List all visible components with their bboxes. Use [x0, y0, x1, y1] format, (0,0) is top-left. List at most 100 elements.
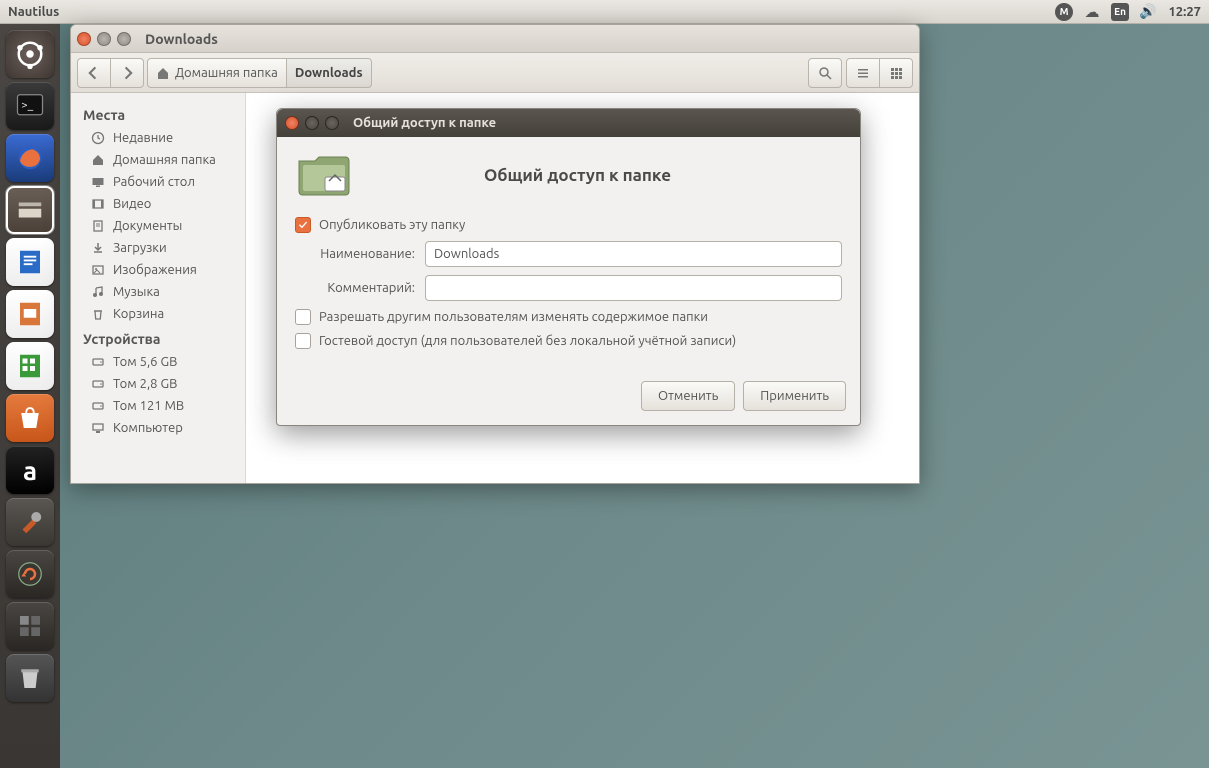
- sidebar-place-3[interactable]: Видео: [71, 193, 245, 215]
- sidebar-item-label: Документы: [113, 219, 182, 233]
- sidebar-place-1[interactable]: Домашняя папка: [71, 149, 245, 171]
- launcher-impress[interactable]: [6, 290, 54, 338]
- cancel-button-label: Отменить: [658, 389, 718, 403]
- clock-icon: [91, 131, 105, 145]
- video-icon: [91, 197, 105, 211]
- volume-icon: 🔊: [1139, 3, 1156, 20]
- allow-write-checkbox[interactable]: [295, 309, 311, 325]
- nav-forward-button[interactable]: [110, 58, 144, 88]
- share-comment-input[interactable]: [425, 275, 842, 301]
- chevron-right-icon: [120, 66, 134, 80]
- sidebar-item-label: Музыка: [113, 285, 160, 299]
- desktop-icon: [91, 175, 105, 189]
- sidebar-item-label: Рабочий стол: [113, 175, 195, 189]
- share-name-input[interactable]: [425, 241, 842, 267]
- sidebar-item-label: Загрузки: [113, 241, 167, 255]
- download-icon: [91, 241, 105, 255]
- sidebar-item-label: Корзина: [113, 307, 164, 321]
- launcher-dash[interactable]: [6, 30, 54, 78]
- drive-icon: [91, 377, 105, 391]
- sidebar-item-label: Том 2,8 GB: [113, 377, 177, 391]
- search-button[interactable]: [808, 58, 842, 88]
- window-maximize-button[interactable]: [117, 32, 131, 46]
- list-icon: [856, 66, 870, 80]
- sidebar-device-2[interactable]: Том 121 MB: [71, 395, 245, 417]
- path-current[interactable]: Downloads: [286, 58, 372, 88]
- grid-icon: [889, 66, 903, 80]
- folder-share-icon: [295, 151, 353, 199]
- search-icon: [818, 66, 832, 80]
- computer-icon: [91, 421, 105, 435]
- music-icon: [91, 285, 105, 299]
- indicator-sound[interactable]: 🔊: [1139, 3, 1156, 20]
- sidebar-place-2[interactable]: Рабочий стол: [71, 171, 245, 193]
- name-label: Наименование:: [295, 247, 415, 261]
- sidebar-place-7[interactable]: Музыка: [71, 281, 245, 303]
- cancel-button[interactable]: Отменить: [641, 381, 735, 411]
- view-list-button[interactable]: [846, 58, 880, 88]
- launcher-software-center[interactable]: [6, 394, 54, 442]
- dialog-maximize-button[interactable]: [325, 116, 339, 130]
- doc-icon: [91, 219, 105, 233]
- path-home-label: Домашняя папка: [175, 66, 278, 80]
- nautilus-window: Downloads Домашняя папка Downloads Места…: [70, 24, 920, 484]
- sidebar-item-label: Том 5,6 GB: [113, 355, 177, 369]
- comment-label: Комментарий:: [295, 281, 415, 295]
- nav-back-button[interactable]: [77, 58, 111, 88]
- sidebar-device-3[interactable]: Компьютер: [71, 417, 245, 439]
- sidebar-device-1[interactable]: Том 2,8 GB: [71, 373, 245, 395]
- language-icon: En: [1111, 3, 1129, 21]
- allow-write-label: Разрешать другим пользователям изменять …: [319, 310, 708, 324]
- cloud-icon: ☁: [1083, 3, 1101, 21]
- indicator-language[interactable]: En: [1111, 3, 1129, 21]
- indicator-mega[interactable]: M: [1055, 3, 1073, 21]
- apply-button[interactable]: Применить: [743, 381, 846, 411]
- apply-button-label: Применить: [760, 389, 829, 403]
- guest-access-row[interactable]: Гостевой доступ (для пользователей без л…: [295, 333, 842, 349]
- share-checkbox-row[interactable]: Опубликовать эту папку: [295, 217, 842, 233]
- sidebar-device-0[interactable]: Том 5,6 GB: [71, 351, 245, 373]
- sidebar-place-6[interactable]: Изображения: [71, 259, 245, 281]
- image-icon: [91, 263, 105, 277]
- svg-text:>_: >_: [21, 100, 33, 112]
- nautilus-title: Downloads: [145, 31, 218, 47]
- sidebar-item-label: Компьютер: [113, 421, 183, 435]
- launcher-writer[interactable]: [6, 238, 54, 286]
- launcher-workspace-switcher[interactable]: [6, 602, 54, 650]
- allow-write-row[interactable]: Разрешать другим пользователям изменять …: [295, 309, 842, 325]
- window-minimize-button[interactable]: [97, 32, 111, 46]
- sidebar-place-0[interactable]: Недавние: [71, 127, 245, 149]
- view-grid-button[interactable]: [879, 58, 913, 88]
- dialog-close-button[interactable]: [285, 116, 299, 130]
- panel-clock[interactable]: 12:27: [1168, 5, 1201, 19]
- home-icon: [91, 153, 105, 167]
- sidebar-item-label: Том 121 MB: [113, 399, 184, 413]
- launcher-trash[interactable]: [6, 654, 54, 702]
- path-home[interactable]: Домашняя папка: [147, 58, 287, 88]
- share-checkbox-label: Опубликовать эту папку: [319, 218, 465, 232]
- sidebar-places-header: Места: [71, 101, 245, 127]
- sidebar-item-label: Изображения: [113, 263, 197, 277]
- launcher-amazon[interactable]: a: [6, 446, 54, 494]
- sidebar-place-4[interactable]: Документы: [71, 215, 245, 237]
- launcher-files[interactable]: [6, 186, 54, 234]
- top-panel: Nautilus M ☁ En 🔊 12:27: [0, 0, 1209, 24]
- trash-icon: [91, 307, 105, 321]
- launcher-calc[interactable]: [6, 342, 54, 390]
- indicator-weather[interactable]: ☁: [1083, 3, 1101, 21]
- launcher-updater[interactable]: [6, 550, 54, 598]
- dialog-minimize-button[interactable]: [305, 116, 319, 130]
- share-checkbox[interactable]: [295, 217, 311, 233]
- window-close-button[interactable]: [77, 32, 91, 46]
- launcher-terminal[interactable]: >_: [6, 82, 54, 130]
- launcher-firefox[interactable]: [6, 134, 54, 182]
- sidebar-devices-header: Устройства: [71, 325, 245, 351]
- guest-access-checkbox[interactable]: [295, 333, 311, 349]
- dialog-titlebar[interactable]: Общий доступ к папке: [277, 109, 860, 137]
- sidebar-place-5[interactable]: Загрузки: [71, 237, 245, 259]
- launcher-settings[interactable]: [6, 498, 54, 546]
- nautilus-titlebar[interactable]: Downloads: [71, 25, 919, 53]
- drive-icon: [91, 355, 105, 369]
- path-current-label: Downloads: [295, 66, 363, 80]
- sidebar-place-8[interactable]: Корзина: [71, 303, 245, 325]
